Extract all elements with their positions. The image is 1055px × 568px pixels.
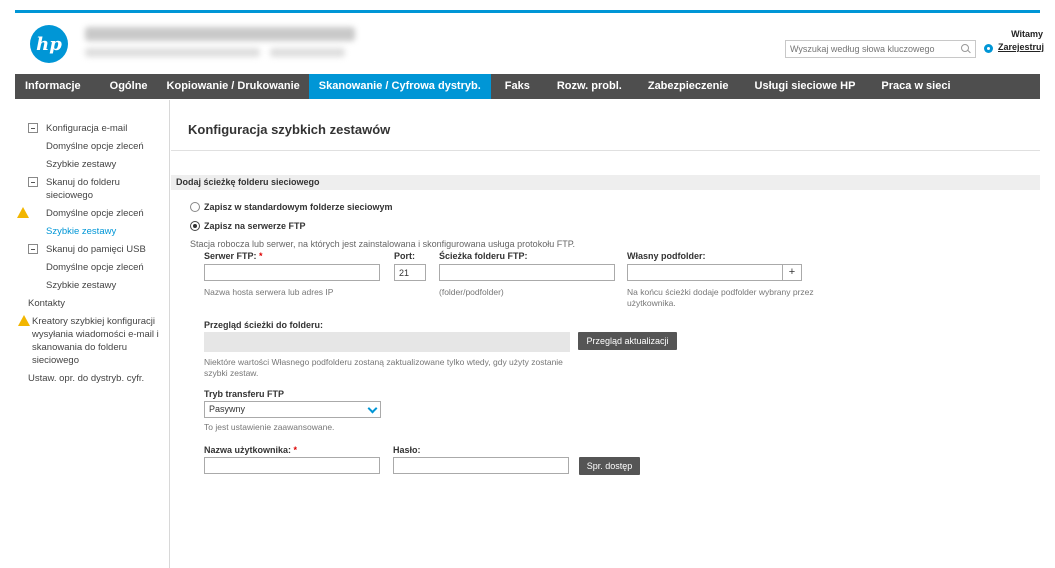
radio-button[interactable]: [190, 202, 200, 212]
sidebar-item-email-config[interactable]: Konfiguracja e-mail: [15, 122, 169, 135]
sidebar-item-label: Skanuj do pamięci USB: [46, 244, 146, 255]
label-text: Serwer FTP:: [204, 251, 257, 261]
sidebar-item-label: Skanuj do folderu sieciowego: [46, 177, 120, 201]
sidebar: Konfiguracja e-mail Domyślne opcje zlece…: [15, 100, 170, 568]
username-label: Nazwa użytkownika: *: [204, 445, 297, 455]
custom-subfolder-label: Własny podfolder:: [627, 251, 706, 261]
tab-informacje[interactable]: Informacje: [15, 74, 89, 99]
update-preview-button[interactable]: Przegląd aktualizacji: [578, 332, 677, 350]
label-text: Nazwa użytkownika:: [204, 445, 292, 455]
ftp-path-label: Ścieżka folderu FTP:: [439, 251, 528, 261]
hp-logo[interactable]: hp: [30, 25, 68, 63]
sidebar-item-label: Konfiguracja e-mail: [46, 123, 128, 134]
tab-faks[interactable]: Faks: [491, 74, 544, 99]
collapse-icon[interactable]: [28, 244, 38, 254]
collapse-icon[interactable]: [28, 123, 38, 133]
collapse-icon[interactable]: [28, 177, 38, 187]
chevron-down-icon[interactable]: [367, 403, 378, 414]
user-icon: [984, 44, 993, 53]
custom-subfolder-help: Na końcu ścieżki dodaje podfolder wybran…: [627, 287, 814, 308]
tab-skanowanie[interactable]: Skanowanie / Cyfrowa dystryb.: [308, 74, 491, 99]
password-label: Hasło:: [393, 445, 421, 455]
sidebar-item-setup-wizards[interactable]: Kreatory szybkiej konfiguracji wysyłania…: [15, 315, 169, 367]
search-box[interactable]: [785, 40, 976, 58]
ftp-server-label: Serwer FTP: *: [204, 251, 263, 261]
ftp-server-input[interactable]: [204, 264, 380, 281]
required-mark: *: [259, 251, 263, 261]
tab-uslugi-sieciowe-hp[interactable]: Usługi sieciowe HP: [743, 74, 870, 99]
sidebar-item-usb-quicksets[interactable]: Szybkie zestawy: [15, 279, 169, 292]
page-title: Konfiguracja szybkich zestawów: [188, 122, 391, 137]
radio-standard-folder[interactable]: Zapisz w standardowym folderze sieciowym: [190, 202, 393, 212]
ftp-path-help: (folder/podfolder): [439, 287, 504, 297]
warning-icon: [18, 315, 30, 326]
password-input[interactable]: [393, 457, 569, 474]
ftp-transfer-mode-label: Tryb transferu FTP: [204, 389, 285, 399]
ftp-description: Stacja robocza lub serwer, na których je…: [190, 239, 576, 249]
folder-path-preview: [204, 332, 570, 352]
sidebar-item-digital-send-settings[interactable]: Ustaw. opr. do dystryb. cyfr.: [15, 372, 169, 385]
sidebar-item-usb-defaults[interactable]: Domyślne opcje zleceń: [15, 261, 169, 274]
sidebar-item-contacts[interactable]: Kontakty: [15, 297, 169, 310]
ftp-server-help: Nazwa hosta serwera lub adres IP: [204, 287, 334, 297]
search-input[interactable]: [790, 44, 956, 54]
header-accent-line: [15, 10, 1040, 13]
radio-button-checked[interactable]: [190, 221, 200, 231]
radio-label: Zapisz na serwerze FTP: [204, 221, 306, 231]
printer-address-blurred: [85, 48, 260, 57]
warning-icon: [17, 207, 29, 218]
sidebar-item-folder-defaults[interactable]: Domyślne opcje zleceń: [15, 207, 169, 220]
sidebar-item-folder-quicksets[interactable]: Szybkie zestawy: [15, 225, 169, 238]
ftp-transfer-mode-select[interactable]: Pasywny: [204, 401, 381, 418]
add-subfolder-button[interactable]: +: [783, 264, 802, 281]
tab-kopiowanie[interactable]: Kopiowanie / Drukowanie: [157, 74, 309, 99]
transfer-mode-help: To jest ustawienie zaawansowane.: [204, 422, 335, 432]
tab-praca-w-sieci[interactable]: Praca w sieci: [869, 74, 964, 99]
sidebar-item-scan-to-folder[interactable]: Skanuj do folderu sieciowego: [15, 176, 169, 202]
port-label: Port:: [394, 251, 415, 261]
sign-in-link[interactable]: Zarejestruj: [998, 42, 1044, 52]
divider: [171, 150, 1040, 151]
check-access-button[interactable]: Spr. dostęp: [579, 457, 640, 475]
sidebar-item-label: Kreatory szybkiej konfiguracji wysyłania…: [32, 316, 159, 366]
section-header: Dodaj ścieżkę folderu sieciowego: [171, 175, 1040, 190]
sidebar-item-label: Domyślne opcje zleceń: [46, 208, 144, 219]
preview-help: Niektóre wartości Własnego podfolderu zo…: [204, 357, 563, 378]
custom-subfolder-input[interactable]: [627, 264, 783, 281]
tab-zabezpieczenie[interactable]: Zabezpieczenie: [636, 74, 743, 99]
folder-path-preview-label: Przegląd ścieżki do folderu:: [204, 320, 324, 330]
radio-ftp-server[interactable]: Zapisz na serwerze FTP: [190, 221, 306, 231]
search-icon[interactable]: [961, 44, 971, 54]
ftp-path-input[interactable]: [439, 264, 615, 281]
port-input[interactable]: [394, 264, 426, 281]
printer-ip-blurred: [270, 48, 345, 57]
sidebar-item-email-quicksets[interactable]: Szybkie zestawy: [15, 158, 169, 171]
printer-name-blurred: [85, 27, 355, 41]
sidebar-item-scan-to-usb[interactable]: Skanuj do pamięci USB: [15, 243, 169, 256]
username-input[interactable]: [204, 457, 380, 474]
sidebar-item-email-defaults[interactable]: Domyślne opcje zleceń: [15, 140, 169, 153]
tab-rozw-probl[interactable]: Rozw. probl.: [544, 74, 636, 99]
select-value: Pasywny: [209, 404, 246, 414]
main-nav: Informacje Ogólne Kopiowanie / Drukowani…: [15, 74, 1040, 99]
radio-label: Zapisz w standardowym folderze sieciowym: [204, 202, 393, 212]
required-mark: *: [293, 445, 298, 455]
welcome-text: Witamy: [1011, 29, 1043, 39]
tab-ogolne[interactable]: Ogólne: [89, 74, 157, 99]
